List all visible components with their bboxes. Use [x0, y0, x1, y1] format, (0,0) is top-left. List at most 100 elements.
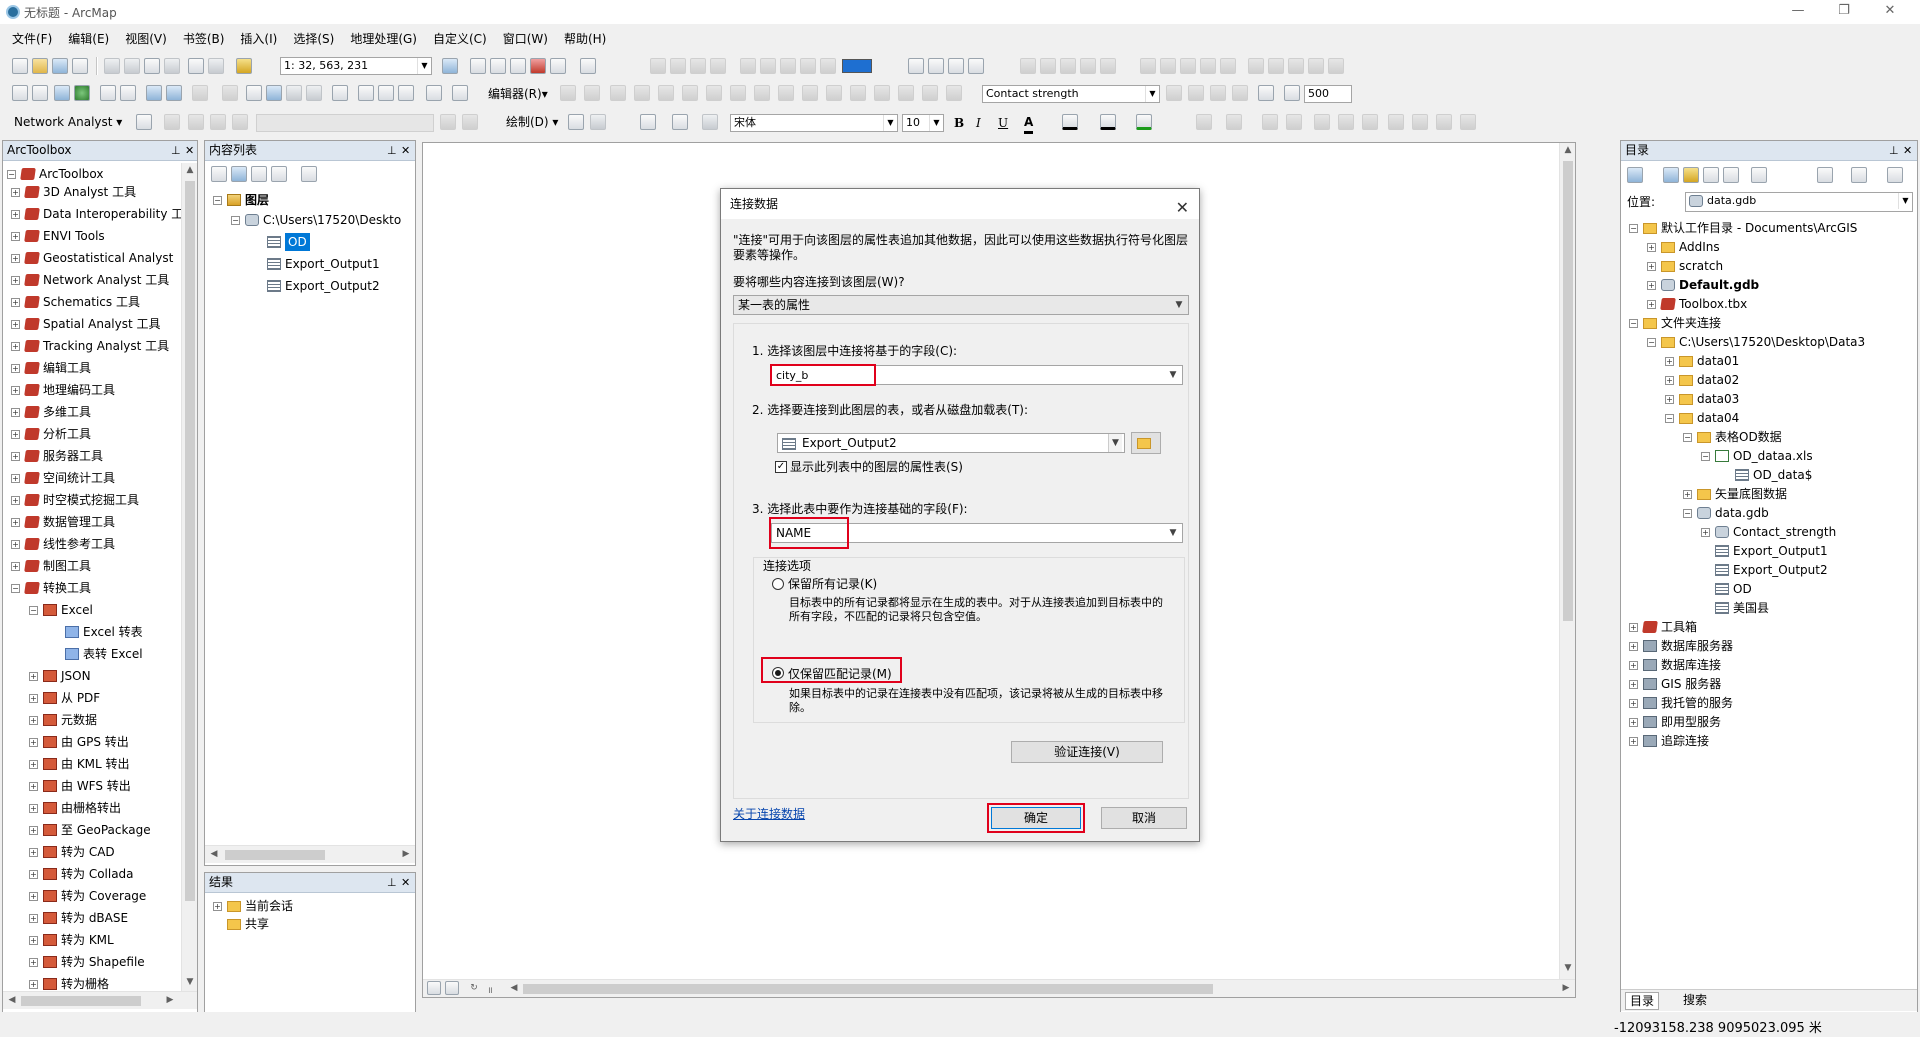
font-name-combo[interactable]: 宋体 ▼ — [730, 114, 898, 132]
scroll-up-icon[interactable]: ▲ — [183, 165, 197, 175]
zoom-in-icon[interactable] — [12, 85, 28, 101]
toolbox-item[interactable]: + 多维工具 — [11, 403, 91, 421]
pause-icon[interactable]: ॥ — [483, 983, 497, 996]
expand-icon[interactable]: + — [29, 869, 38, 879]
validate-join-button[interactable]: 验证连接(V) — [1011, 741, 1163, 763]
menu-view[interactable]: 视图(V) — [117, 30, 175, 47]
bold-button[interactable]: B — [954, 114, 964, 132]
toolbox-item[interactable]: + Tracking Analyst 工具 — [11, 337, 169, 355]
fixed-zoom-in-icon[interactable] — [100, 85, 116, 101]
search-window-icon[interactable] — [510, 58, 526, 74]
menu-selection[interactable]: 选择(S) — [285, 30, 342, 47]
catalog-item[interactable]: + 矢量底图数据 — [1683, 485, 1787, 503]
forward-extent-icon[interactable] — [166, 85, 182, 101]
catalog-item[interactable]: − 默认工作目录 - Documents\ArcGIS — [1629, 219, 1857, 237]
menu-help[interactable]: 帮助(H) — [556, 30, 614, 47]
toolbox-item[interactable]: + Network Analyst 工具 — [11, 271, 169, 289]
menu-file[interactable]: 文件(F) — [4, 30, 60, 47]
browse-table-button[interactable] — [1131, 432, 1161, 454]
expand-icon[interactable]: + — [11, 429, 20, 439]
expand-icon[interactable]: + — [11, 297, 20, 307]
catalog-window-icon[interactable] — [490, 58, 506, 74]
rotate-icon[interactable] — [590, 114, 606, 130]
new-folder-icon[interactable] — [1817, 167, 1833, 183]
toolbox-item[interactable]: + 地理编码工具 — [11, 381, 115, 399]
hyperlink-icon[interactable] — [286, 85, 302, 101]
tree-root[interactable]: − ArcToolbox — [7, 165, 103, 183]
scroll-down-icon[interactable]: ▼ — [183, 977, 197, 987]
catalog-item[interactable]: + GIS 服务器 — [1629, 675, 1721, 693]
toolbox-item[interactable]: + Spatial Analyst 工具 — [11, 315, 161, 333]
vertical-scrollbar[interactable]: ▲ ▼ — [181, 163, 197, 991]
cancel-button[interactable]: 取消 — [1101, 807, 1187, 829]
menu-insert[interactable]: 插入(I) — [232, 30, 285, 47]
toolbox-item[interactable]: + Geostatistical Analyst — [11, 249, 173, 267]
expand-icon[interactable]: + — [1647, 280, 1656, 290]
catalog-item[interactable]: OD — [1715, 580, 1752, 598]
data-view-icon[interactable] — [427, 981, 441, 995]
font-size-combo[interactable]: 10 ▼ — [902, 114, 944, 132]
layout-view-icon[interactable] — [908, 58, 924, 74]
table-of-contents-icon[interactable] — [470, 58, 486, 74]
catalog-item[interactable]: − data04 — [1665, 409, 1739, 427]
expand-icon[interactable]: + — [11, 451, 20, 461]
toolset-excel[interactable]: − Excel — [29, 601, 93, 619]
italic-button[interactable]: I — [976, 114, 981, 132]
toc-layers-node[interactable]: − 图层 — [213, 191, 269, 209]
toolset-item[interactable]: + 转为栅格 — [29, 975, 109, 991]
catalog-item[interactable]: − data.gdb — [1683, 504, 1769, 522]
catalog-item[interactable]: + data02 — [1665, 371, 1739, 389]
menu-windows[interactable]: 窗口(W) — [495, 30, 556, 47]
toolset-item[interactable]: + JSON — [29, 667, 91, 685]
expand-icon[interactable]: + — [11, 253, 20, 263]
expand-icon[interactable]: + — [11, 187, 20, 197]
options-icon[interactable] — [1887, 167, 1903, 183]
html-popup-icon[interactable] — [306, 85, 322, 101]
scroll-left-icon[interactable]: ◀ — [5, 995, 19, 1005]
catalog-item[interactable]: − OD_dataa.xls — [1701, 447, 1813, 465]
dialog-close-icon[interactable]: ✕ — [1176, 193, 1189, 223]
expand-icon[interactable]: + — [1701, 527, 1710, 537]
expand-icon[interactable]: + — [29, 957, 38, 967]
layout-view-icon[interactable] — [445, 981, 459, 995]
select-elements-icon[interactable] — [568, 114, 584, 130]
expand-icon[interactable]: + — [11, 539, 20, 549]
add-data-icon[interactable] — [236, 58, 252, 74]
editor-menu[interactable]: 编辑器(R)▾ — [488, 85, 548, 103]
scale-combo[interactable]: 1: 32, 563, 231 ▼ — [280, 57, 432, 75]
results-item[interactable]: 共享 — [227, 915, 269, 933]
toolbox-item[interactable]: + 空间统计工具 — [11, 469, 115, 487]
expand-icon[interactable]: + — [1665, 375, 1674, 385]
toc-table-item[interactable]: Export_Output1 — [267, 255, 380, 273]
expand-icon[interactable]: + — [1647, 261, 1656, 271]
close-icon[interactable]: ✕ — [185, 141, 194, 160]
network-analyst-menu[interactable]: Network Analyst ▾ — [14, 113, 122, 131]
save-icon[interactable] — [52, 58, 68, 74]
pin-icon[interactable]: ⊥ — [171, 141, 181, 160]
collapse-icon[interactable]: − — [1683, 508, 1692, 518]
expand-icon[interactable]: + — [29, 803, 38, 813]
forward-icon[interactable] — [1663, 167, 1679, 183]
scroll-down-icon[interactable]: ▼ — [1561, 963, 1575, 973]
close-button[interactable]: ✕ — [1867, 0, 1913, 24]
pin-icon[interactable]: ⊥ — [1889, 141, 1899, 160]
catalog-item[interactable]: Export_Output2 — [1715, 561, 1828, 579]
draw-menu[interactable]: 绘制(D) ▾ — [506, 113, 558, 131]
collapse-icon[interactable]: − — [231, 215, 240, 225]
expand-icon[interactable]: + — [29, 715, 38, 725]
tool-icon[interactable] — [968, 58, 984, 74]
expand-icon[interactable]: + — [1629, 660, 1638, 670]
collapse-icon[interactable]: − — [29, 605, 38, 615]
keep-all-radio[interactable] — [772, 578, 784, 590]
toolbox-item[interactable]: + Data Interoperability 工 — [11, 205, 181, 223]
expand-icon[interactable]: + — [11, 407, 20, 417]
options-icon[interactable] — [301, 166, 317, 182]
join-type-select[interactable]: 某一表的属性 ▼ — [733, 295, 1189, 315]
toolbox-item[interactable]: + 线性参考工具 — [11, 535, 115, 553]
expand-icon[interactable]: + — [11, 517, 20, 527]
list-by-drawing-order-icon[interactable] — [211, 166, 227, 182]
collapse-icon[interactable]: − — [1701, 451, 1710, 461]
toolbox-item[interactable]: + ENVI Tools — [11, 227, 105, 245]
collapse-icon[interactable]: − — [1629, 223, 1638, 233]
catalog-item[interactable]: + 工具箱 — [1629, 618, 1697, 636]
